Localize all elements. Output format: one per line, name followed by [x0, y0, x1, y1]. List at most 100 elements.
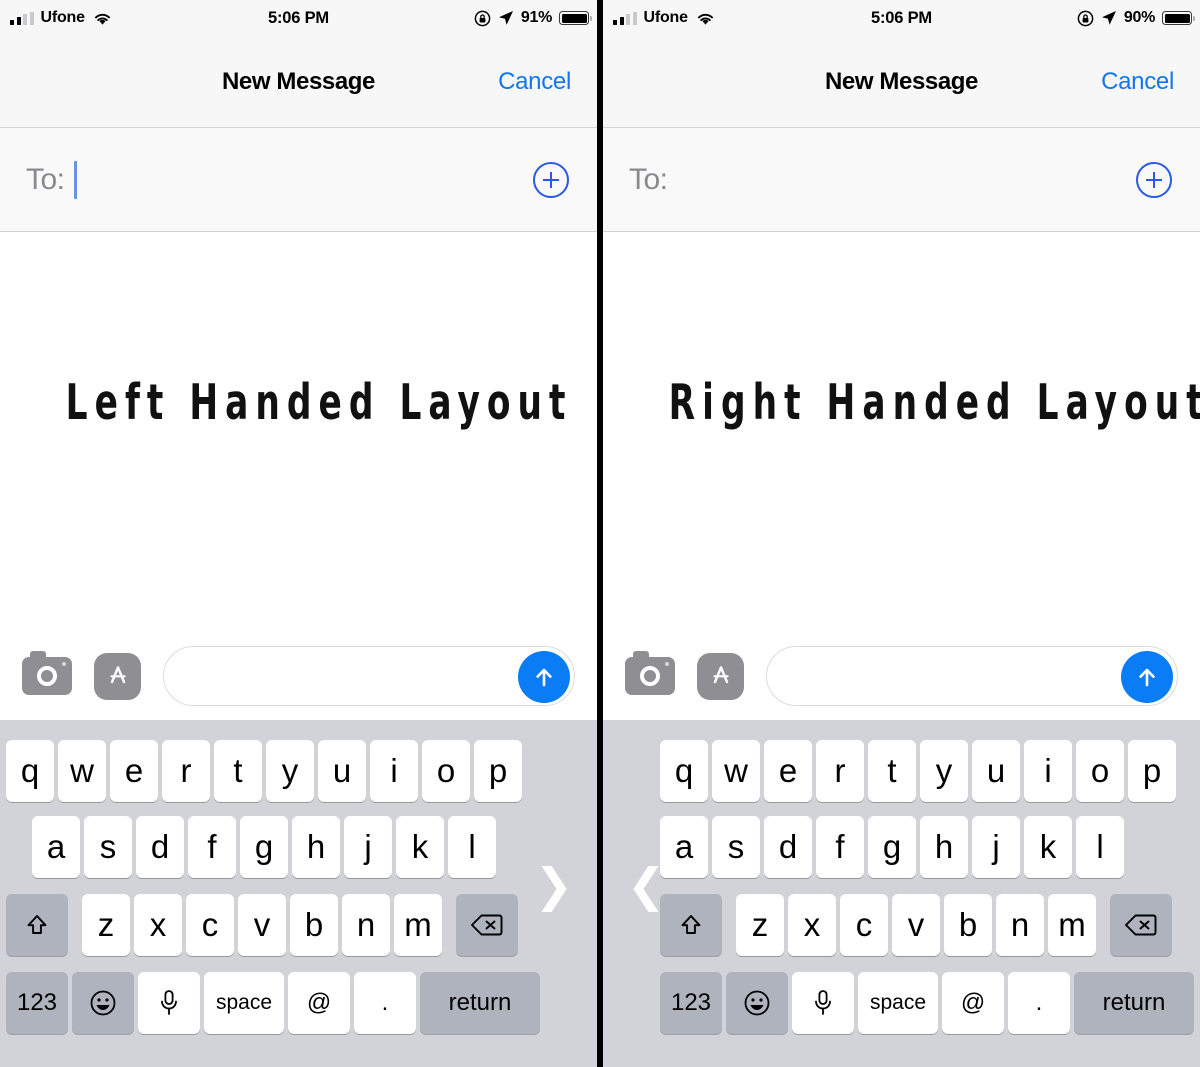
key-j[interactable]: j: [972, 816, 1020, 878]
numbers-key[interactable]: 123: [660, 972, 722, 1034]
return-key[interactable]: return: [1074, 972, 1194, 1034]
send-arrow-up-icon[interactable]: [518, 651, 570, 703]
key-b[interactable]: b: [290, 894, 338, 956]
key-t[interactable]: t: [214, 740, 262, 802]
key-r[interactable]: r: [162, 740, 210, 802]
numbers-key[interactable]: 123: [6, 972, 68, 1034]
key-y[interactable]: y: [266, 740, 314, 802]
backspace-delete-icon[interactable]: [456, 894, 518, 956]
chevron-right-icon[interactable]: ❯: [534, 862, 573, 908]
camera-icon[interactable]: [22, 651, 72, 695]
key-i[interactable]: i: [370, 740, 418, 802]
status-bar-right: 91%: [474, 0, 592, 36]
key-z[interactable]: z: [82, 894, 130, 956]
key-x[interactable]: x: [134, 894, 182, 956]
message-text-input[interactable]: [163, 646, 575, 706]
key-d[interactable]: d: [764, 816, 812, 878]
emoji-smiley-icon[interactable]: [72, 972, 134, 1034]
plus-circle-icon[interactable]: [1136, 161, 1172, 198]
keyboard-row-4: 123 space @ . return: [660, 964, 1198, 1042]
key-f[interactable]: f: [188, 816, 236, 878]
key-j[interactable]: j: [344, 816, 392, 878]
message-canvas: Left Handed Layout: [0, 232, 597, 632]
space-key[interactable]: space: [204, 972, 284, 1034]
keyboard-row-3: z x c v b n m: [2, 886, 540, 964]
key-i[interactable]: i: [1024, 740, 1072, 802]
key-z[interactable]: z: [736, 894, 784, 956]
space-key[interactable]: space: [858, 972, 938, 1034]
onscreen-keyboard[interactable]: q w e r t y u i o p a s d f g h j k l z …: [0, 720, 597, 1067]
status-bar: Ufone 5:06 PM 90%: [603, 0, 1200, 36]
microphone-icon[interactable]: [792, 972, 854, 1034]
key-r[interactable]: r: [816, 740, 864, 802]
key-x[interactable]: x: [788, 894, 836, 956]
key-w[interactable]: w: [712, 740, 760, 802]
key-e[interactable]: e: [110, 740, 158, 802]
key-h[interactable]: h: [292, 816, 340, 878]
emoji-smiley-icon[interactable]: [726, 972, 788, 1034]
key-v[interactable]: v: [238, 894, 286, 956]
key-u[interactable]: u: [972, 740, 1020, 802]
camera-icon[interactable]: [625, 651, 675, 695]
cancel-button[interactable]: Cancel: [498, 68, 571, 96]
key-a[interactable]: a: [32, 816, 80, 878]
key-k[interactable]: k: [1024, 816, 1072, 878]
key-g[interactable]: g: [868, 816, 916, 878]
key-l[interactable]: l: [1076, 816, 1124, 878]
key-s[interactable]: s: [84, 816, 132, 878]
key-q[interactable]: q: [6, 740, 54, 802]
key-c[interactable]: c: [840, 894, 888, 956]
headline-text: Left Handed Layout: [65, 374, 573, 431]
key-s[interactable]: s: [712, 816, 760, 878]
recipient-field-row[interactable]: To:: [0, 128, 597, 232]
key-w[interactable]: w: [58, 740, 106, 802]
key-g[interactable]: g: [240, 816, 288, 878]
at-key[interactable]: @: [288, 972, 350, 1034]
shift-arrow-up-icon[interactable]: [660, 894, 722, 956]
key-o[interactable]: o: [1076, 740, 1124, 802]
clock: 5:06 PM: [871, 8, 932, 27]
key-a[interactable]: a: [660, 816, 708, 878]
key-l[interactable]: l: [448, 816, 496, 878]
onscreen-keyboard[interactable]: q w e r t y u i o p a s d f g h j k l z …: [603, 720, 1200, 1067]
recipient-field-row[interactable]: To:: [603, 128, 1200, 232]
key-y[interactable]: y: [920, 740, 968, 802]
microphone-icon[interactable]: [138, 972, 200, 1034]
key-m[interactable]: m: [394, 894, 442, 956]
cancel-button[interactable]: Cancel: [1101, 68, 1174, 96]
key-p[interactable]: p: [1128, 740, 1176, 802]
chevron-left-icon[interactable]: ❮: [627, 862, 666, 908]
key-m[interactable]: m: [1048, 894, 1096, 956]
app-store-icon[interactable]: [697, 652, 744, 700]
keyboard-row-3: z x c v b n m: [660, 886, 1198, 964]
period-key[interactable]: .: [354, 972, 416, 1034]
message-text-input[interactable]: [766, 646, 1178, 706]
key-d[interactable]: d: [136, 816, 184, 878]
key-h[interactable]: h: [920, 816, 968, 878]
key-u[interactable]: u: [318, 740, 366, 802]
key-o[interactable]: o: [422, 740, 470, 802]
key-n[interactable]: n: [342, 894, 390, 956]
at-key[interactable]: @: [942, 972, 1004, 1034]
plus-circle-icon[interactable]: [533, 161, 569, 198]
send-arrow-up-icon[interactable]: [1121, 651, 1173, 703]
backspace-delete-icon[interactable]: [1110, 894, 1172, 956]
key-p[interactable]: p: [474, 740, 522, 802]
app-store-icon[interactable]: [94, 652, 141, 700]
key-k[interactable]: k: [396, 816, 444, 878]
key-f[interactable]: f: [816, 816, 864, 878]
return-key[interactable]: return: [420, 972, 540, 1034]
key-c[interactable]: c: [186, 894, 234, 956]
key-n[interactable]: n: [996, 894, 1044, 956]
key-b[interactable]: b: [944, 894, 992, 956]
location-arrow-icon: [498, 10, 514, 26]
rotation-lock-icon: [1077, 10, 1094, 27]
keyboard-row-2: a s d f g h j k l: [2, 808, 540, 886]
period-key[interactable]: .: [1008, 972, 1070, 1034]
key-e[interactable]: e: [764, 740, 812, 802]
key-q[interactable]: q: [660, 740, 708, 802]
key-t[interactable]: t: [868, 740, 916, 802]
key-v[interactable]: v: [892, 894, 940, 956]
to-label: To:: [26, 162, 65, 196]
shift-arrow-up-icon[interactable]: [6, 894, 68, 956]
